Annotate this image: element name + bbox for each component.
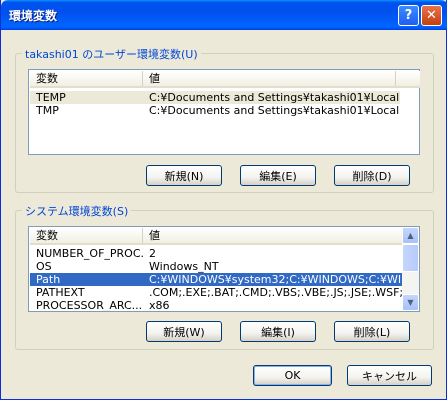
arrow-down-icon: ▼ — [407, 298, 414, 307]
variable-name: Path — [36, 273, 61, 286]
user-new-button[interactable]: 新規(N) — [146, 165, 222, 186]
window-title: 環境変数 — [9, 9, 58, 23]
variable-value: x86 — [149, 299, 170, 311]
title-bar[interactable]: 環境変数 ? ✕ — [1, 0, 447, 30]
variable-value: C:¥WINDOWS¥system32;C:¥WINDOWS;C:¥WIN... — [149, 273, 402, 286]
variable-value: 2 — [149, 247, 156, 260]
list-item[interactable]: TEMP C:¥Documents and Settings¥takashi01… — [30, 91, 400, 104]
variable-value: C:¥Documents and Settings¥takashi01¥Loca… — [149, 91, 400, 104]
user-variables-group: takashi01 のユーザー環境変数(U) 変数 値 TEMP C:¥Docu… — [15, 46, 434, 193]
help-icon: ? — [404, 8, 413, 23]
column-header-spacer — [396, 71, 420, 86]
system-variables-list[interactable]: 変数 値 NUMBER_OF_PROC... 2 OS Windows_NT P… — [28, 226, 420, 312]
scroll-down-button[interactable]: ▼ — [402, 294, 419, 311]
user-variables-label: takashi01 のユーザー環境変数(U) — [22, 46, 201, 62]
variable-name: PATHEXT — [36, 286, 85, 299]
column-header-variable[interactable]: 変数 — [30, 71, 143, 86]
column-header-value[interactable]: 値 — [143, 228, 402, 243]
variable-value: .COM;.EXE;.BAT;.CMD;.VBS;.VBE;.JS;.JSE;.… — [149, 286, 402, 299]
list-item[interactable]: OS Windows_NT — [30, 260, 402, 273]
scroll-up-button[interactable]: ▲ — [402, 227, 419, 244]
cancel-button[interactable]: キャンセル — [347, 365, 432, 386]
system-variables-header: 変数 値 — [30, 228, 402, 245]
help-button[interactable]: ? — [398, 5, 419, 26]
variable-name: NUMBER_OF_PROC... — [36, 247, 143, 260]
user-variables-header: 変数 値 — [30, 71, 420, 88]
list-item[interactable]: NUMBER_OF_PROC... 2 — [30, 247, 402, 260]
list-item[interactable]: PROCESSOR_ARC... x86 — [30, 299, 402, 311]
ok-button[interactable]: OK — [253, 365, 332, 386]
user-variables-list[interactable]: 変数 値 TEMP C:¥Documents and Settings¥taka… — [28, 69, 420, 155]
system-delete-button[interactable]: 削除(L) — [334, 321, 410, 342]
column-header-variable[interactable]: 変数 — [30, 228, 143, 243]
list-item-selected[interactable]: Path C:¥WINDOWS¥system32;C:¥WINDOWS;C:¥W… — [30, 273, 402, 286]
variable-name: TEMP — [36, 91, 66, 104]
variable-name: TMP — [36, 104, 59, 117]
list-item[interactable]: PATHEXT .COM;.EXE;.BAT;.CMD;.VBS;.VBE;.J… — [30, 286, 402, 299]
column-header-value[interactable]: 値 — [143, 71, 396, 86]
system-variables-label: システム環境変数(S) — [22, 203, 132, 219]
environment-variables-dialog: 環境変数 ? ✕ takashi01 のユーザー環境変数(U) 変数 値 TEM… — [0, 0, 447, 400]
system-variables-group: システム環境変数(S) 変数 値 NUMBER_OF_PROC... 2 OS … — [15, 203, 434, 350]
scroll-thumb[interactable] — [402, 244, 419, 272]
user-delete-button[interactable]: 削除(D) — [334, 165, 410, 186]
system-edit-button[interactable]: 編集(I) — [240, 321, 316, 342]
variable-name: OS — [36, 260, 52, 273]
close-button[interactable]: ✕ — [421, 5, 442, 26]
variable-value: Windows_NT — [149, 260, 219, 273]
variable-name: PROCESSOR_ARC... — [36, 299, 143, 311]
vertical-scrollbar[interactable]: ▲ ▼ — [402, 227, 419, 311]
close-icon: ✕ — [426, 8, 437, 23]
list-item[interactable]: TMP C:¥Documents and Settings¥takashi01¥… — [30, 104, 400, 117]
system-new-button[interactable]: 新規(W) — [146, 321, 222, 342]
arrow-up-icon: ▲ — [407, 231, 414, 240]
variable-value: C:¥Documents and Settings¥takashi01¥Loca… — [149, 104, 400, 117]
user-edit-button[interactable]: 編集(E) — [240, 165, 316, 186]
